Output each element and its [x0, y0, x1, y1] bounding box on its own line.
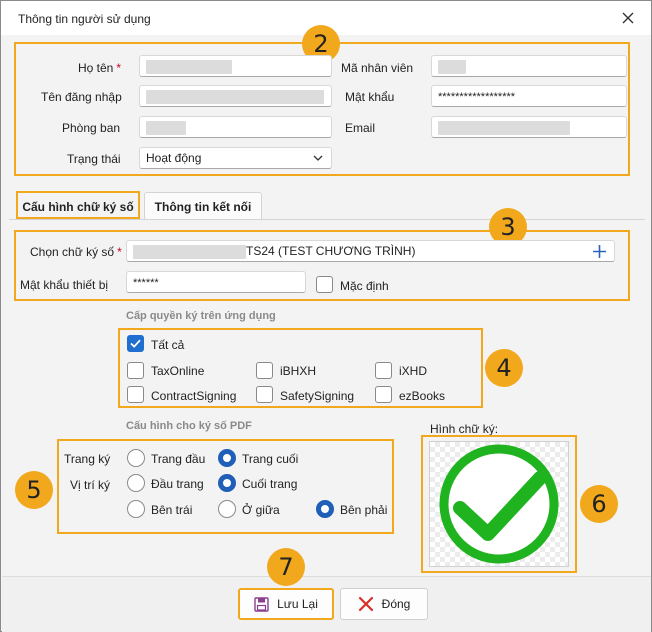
save-icon [254, 596, 269, 612]
bottom-label: Cuối trang [242, 477, 298, 491]
center-label: Ở giữa [242, 503, 280, 517]
tab-digital-signature-config[interactable]: Cấu hình chữ ký số [16, 191, 140, 219]
save-button-label: Lưu Lại [277, 597, 318, 611]
page-label: Trang ký [64, 452, 111, 466]
pdf-config-title: Cấu hình cho ký số PDF [126, 420, 252, 432]
password-input[interactable]: ****************** [431, 85, 627, 107]
ixhd-label: iXHD [399, 364, 428, 378]
safetysigning-checkbox[interactable] [256, 386, 273, 403]
password-label: Mật khẩu [345, 90, 395, 104]
all-checkbox[interactable] [127, 335, 144, 352]
email-label: Email [345, 121, 376, 135]
radio-top[interactable] [127, 474, 145, 492]
close-button[interactable]: Đóng [340, 588, 428, 620]
permissions-title: Cấp quyền ký trên ứng dụng [126, 310, 276, 322]
first-page-label: Trang đầu [151, 452, 206, 466]
radio-first-page[interactable] [127, 449, 145, 467]
badge-4: 4 [485, 349, 523, 387]
user-info-dialog: Thông tin người sử dụng 2 Họ tên * Mã nhâ… [0, 0, 652, 632]
dialog-title: Thông tin người sử dụng [18, 12, 151, 26]
email-input[interactable] [431, 116, 627, 138]
tab-connection-info[interactable]: Thông tin kết nối [144, 192, 262, 220]
contractsigning-label: ContractSigning [151, 389, 237, 403]
username-label: Tên đăng nhập [41, 90, 122, 104]
check-icon [130, 339, 141, 348]
radio-right[interactable] [316, 500, 334, 518]
green-check-icon [439, 444, 559, 564]
signature-image[interactable] [429, 441, 569, 567]
position-label: Vị trí ký [70, 478, 111, 492]
save-button[interactable]: Lưu Lại [238, 588, 334, 620]
signature-image-label: Hình chữ ký: [430, 422, 499, 436]
default-checkbox[interactable] [316, 276, 333, 293]
badge-7: 7 [267, 548, 305, 586]
taxonline-checkbox[interactable] [127, 362, 144, 379]
radio-center[interactable] [218, 500, 236, 518]
status-select[interactable]: Hoạt động [139, 147, 332, 169]
last-page-label: Trang cuối [242, 452, 299, 466]
employee-code-input[interactable] [431, 55, 627, 77]
ezbooks-label: ezBooks [399, 389, 446, 403]
fullname-label: Họ tên * [78, 61, 122, 75]
all-label: Tất cả [151, 338, 185, 352]
radio-left[interactable] [127, 500, 145, 518]
left-label: Bên trái [151, 503, 193, 517]
select-signature-label: Chọn chữ ký số * [30, 245, 122, 259]
radio-bottom[interactable] [218, 474, 236, 492]
plus-icon[interactable] [592, 244, 607, 259]
right-label: Bên phải [340, 503, 388, 517]
close-red-icon [358, 596, 373, 612]
ibhxh-label: iBHXH [280, 364, 317, 378]
ezbooks-checkbox[interactable] [375, 386, 392, 403]
department-input[interactable] [139, 116, 332, 138]
radio-last-page[interactable] [218, 449, 236, 467]
employee-code-label: Mã nhân viên [341, 61, 414, 75]
username-input[interactable] [139, 85, 332, 107]
ixhd-checkbox[interactable] [375, 362, 392, 379]
ibhxh-checkbox[interactable] [256, 362, 273, 379]
signature-select[interactable]: TS24 (TEST CHƯƠNG TRÌNH) [126, 240, 615, 262]
status-label: Trạng thái [67, 152, 121, 166]
status-value: Hoạt động [146, 151, 202, 165]
badge-5: 5 [15, 471, 53, 509]
chevron-down-icon [313, 155, 323, 161]
device-password-input[interactable]: ****** [126, 271, 306, 293]
badge-6: 6 [580, 485, 618, 523]
top-label: Đầu trang [151, 477, 204, 491]
taxonline-label: TaxOnline [151, 364, 205, 378]
department-label: Phòng ban [62, 121, 121, 135]
default-label: Mặc định [340, 279, 389, 293]
close-button-label: Đóng [381, 597, 411, 611]
tab-divider [9, 219, 645, 220]
contractsigning-checkbox[interactable] [127, 386, 144, 403]
fullname-input[interactable] [139, 55, 332, 77]
safetysigning-label: SafetySigning [280, 389, 355, 403]
signature-value: TS24 (TEST CHƯƠNG TRÌNH) [246, 244, 416, 258]
device-password-label: Mật khẩu thiết bị [20, 278, 109, 292]
close-icon[interactable] [619, 9, 637, 27]
